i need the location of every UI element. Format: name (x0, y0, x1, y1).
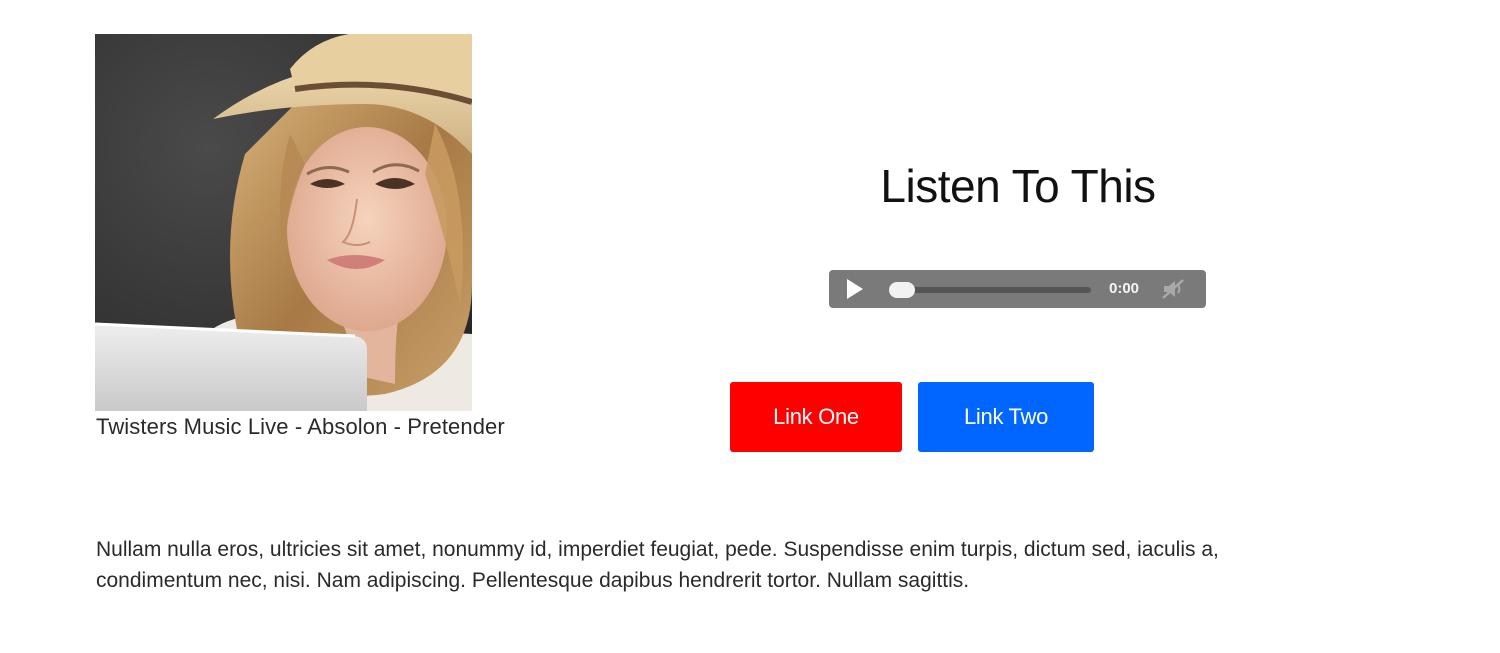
audio-player: 0:00 (829, 270, 1206, 308)
mute-icon (1162, 279, 1184, 299)
link-one-button[interactable]: Link One (730, 382, 902, 452)
play-icon (847, 279, 863, 299)
progress-handle[interactable] (889, 282, 915, 298)
page-title: Listen To This (880, 160, 1156, 212)
body-paragraph: Nullam nulla eros, ultricies sit amet, n… (96, 538, 1219, 592)
link-two-button[interactable]: Link Two (918, 382, 1094, 452)
track-caption: Twisters Music Live - Absolon - Pretende… (96, 414, 505, 439)
time-display: 0:00 (1109, 280, 1140, 297)
progress-bar[interactable] (889, 282, 1091, 298)
play-button[interactable] (841, 277, 867, 301)
artist-photo (95, 34, 472, 411)
mute-button[interactable] (1161, 278, 1185, 300)
page: Twisters Music Live - Absolon - Pretende… (0, 0, 1500, 653)
